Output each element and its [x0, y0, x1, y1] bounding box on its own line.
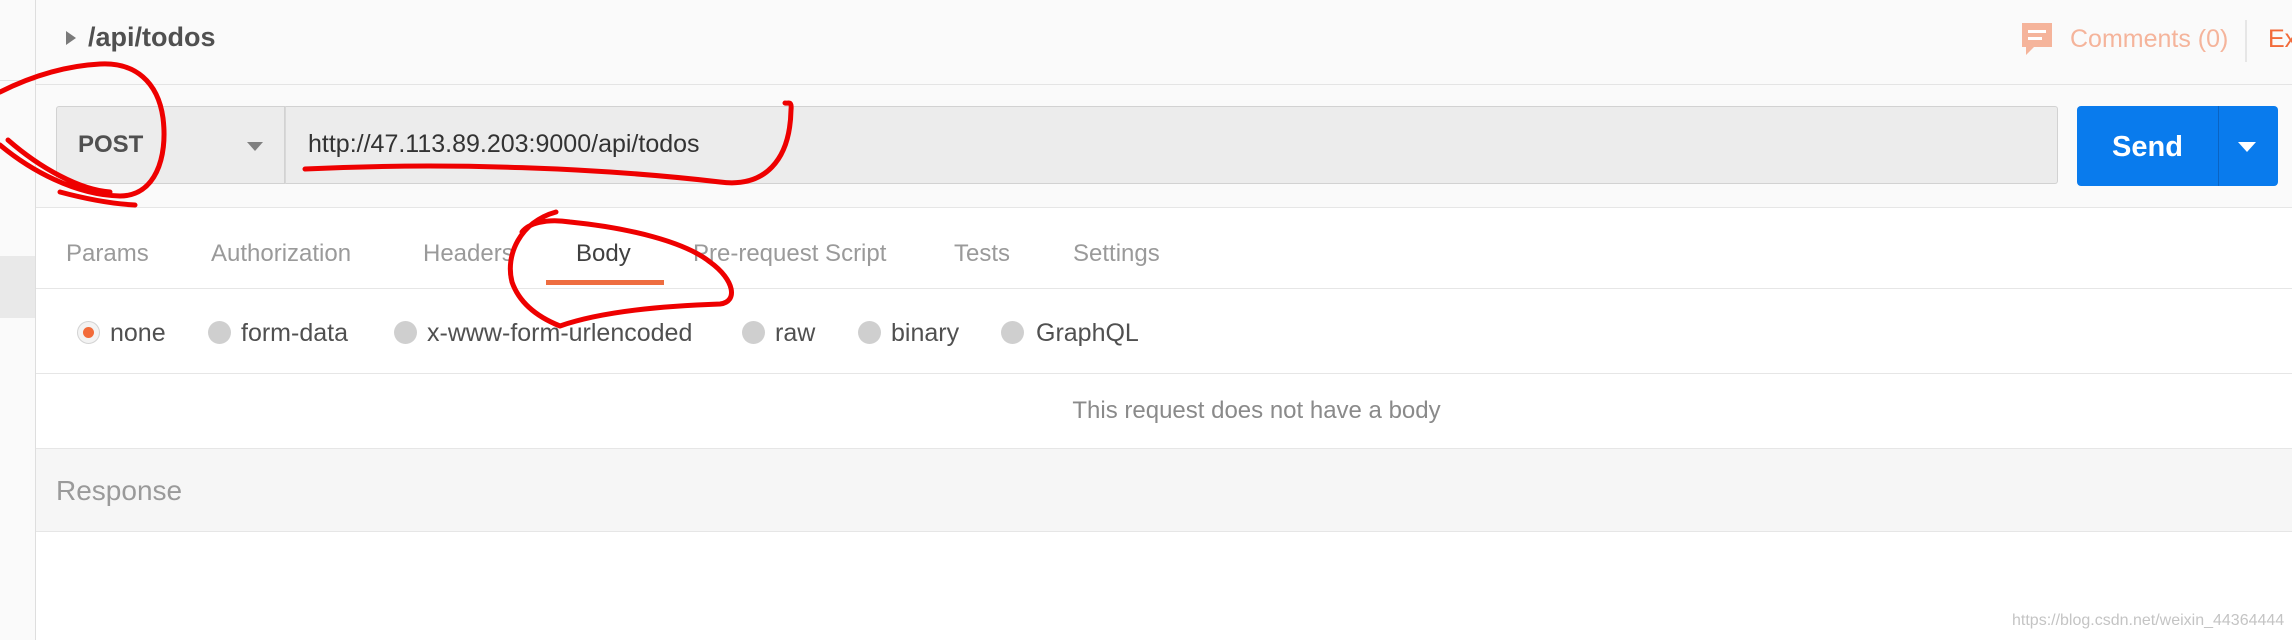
sidebar-divider	[0, 80, 35, 81]
radio-none-label[interactable]: none	[110, 319, 166, 348]
body-type-options	[36, 289, 2292, 374]
radio-binary-label[interactable]: binary	[891, 319, 959, 348]
method-value[interactable]: POST	[78, 131, 143, 159]
watermark-text: https://blog.csdn.net/weixin_44364444	[2012, 612, 2285, 629]
tab-params[interactable]: Params	[66, 240, 149, 268]
tab-settings[interactable]: Settings	[1073, 240, 1160, 268]
sidebar-selected-item[interactable]	[0, 256, 35, 318]
request-title[interactable]: /api/todos	[88, 22, 216, 53]
radio-form-data[interactable]	[208, 321, 231, 344]
header-divider	[2245, 20, 2247, 62]
sidebar-edge	[0, 0, 36, 640]
radio-raw-label[interactable]: raw	[775, 319, 815, 348]
request-tabs	[36, 208, 2292, 289]
tab-authorization[interactable]: Authorization	[211, 240, 351, 268]
radio-none[interactable]	[77, 321, 100, 344]
tab-pre-request-script[interactable]: Pre-request Script	[693, 240, 886, 268]
url-value[interactable]: http://47.113.89.203:9000/api/todos	[308, 130, 700, 159]
response-header[interactable]	[36, 449, 2292, 532]
active-tab-indicator	[546, 280, 664, 285]
radio-binary[interactable]	[858, 321, 881, 344]
empty-body-message: This request does not have a body	[1072, 397, 1441, 424]
chevron-down-icon[interactable]	[2238, 142, 2256, 152]
response-label: Response	[56, 475, 183, 506]
radio-x-www-form-urlencoded-label[interactable]: x-www-form-urlencoded	[427, 319, 692, 348]
radio-graphql-label[interactable]: GraphQL	[1036, 319, 1139, 348]
examples-link[interactable]: Ex	[2268, 25, 2292, 54]
comments-link[interactable]: Comments (0)	[2070, 25, 2228, 54]
tab-headers[interactable]: Headers	[423, 240, 514, 268]
send-button-label[interactable]: Send	[2077, 131, 2218, 164]
radio-form-data-label[interactable]: form-data	[241, 319, 348, 348]
chevron-down-icon[interactable]	[247, 142, 263, 151]
radio-raw[interactable]	[742, 321, 765, 344]
request-name-bar	[36, 0, 2292, 85]
tab-tests[interactable]: Tests	[954, 240, 1010, 268]
radio-graphql[interactable]	[1001, 321, 1024, 344]
tab-body[interactable]: Body	[576, 240, 631, 268]
radio-x-www-form-urlencoded[interactable]	[394, 321, 417, 344]
caret-right-icon[interactable]	[66, 31, 76, 45]
comment-bubble-icon[interactable]	[2020, 21, 2054, 59]
